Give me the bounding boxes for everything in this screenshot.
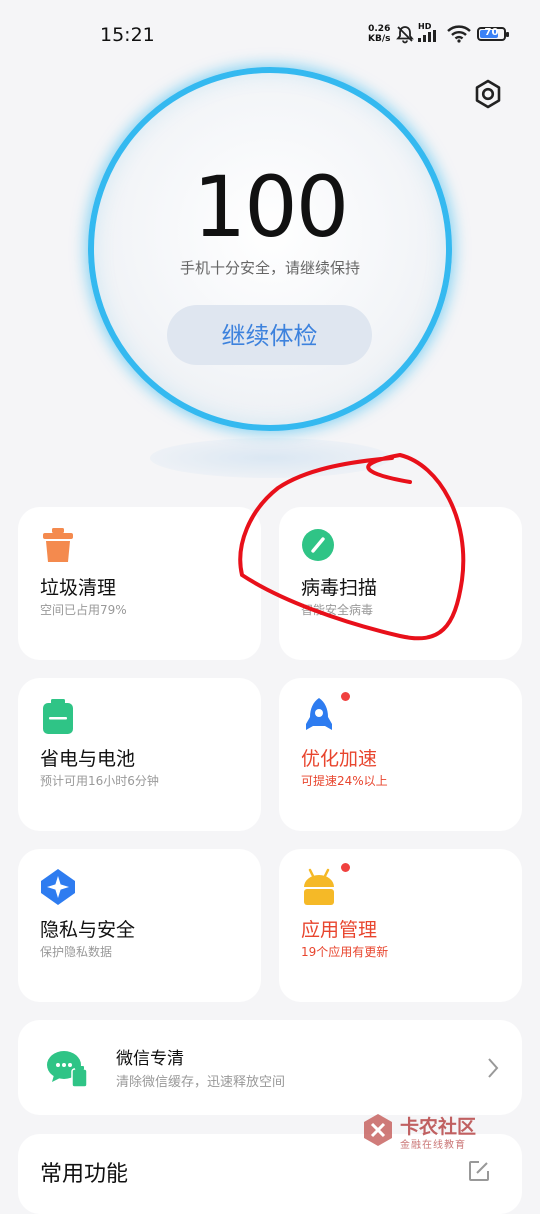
card-title: 隐私与安全 <box>40 919 136 941</box>
trash-icon <box>43 528 73 562</box>
card-garbage-clean[interactable]: 垃圾清理 空间已占用79% <box>18 507 261 660</box>
status-time: 15:21 <box>100 24 155 46</box>
card-subtitle: 智能安全病毒 <box>301 603 374 617</box>
virus-scan-icon <box>302 529 334 561</box>
wechat-clean-row[interactable]: 微信专清 清除微信缓存，迅速释放空间 <box>18 1020 522 1115</box>
card-title: 省电与电池 <box>40 748 136 770</box>
card-virus-scan[interactable]: 病毒扫描 智能安全病毒 <box>279 507 522 660</box>
card-speed-up[interactable]: 优化加速 可提速24%以上 <box>279 678 522 831</box>
card-title: 垃圾清理 <box>40 577 117 599</box>
card-subtitle: 预计可用16小时6分钟 <box>40 774 159 788</box>
android-icon <box>304 868 334 905</box>
watermark-text: 卡农社区 <box>400 1116 477 1138</box>
network-speed-value: 0.26 <box>368 24 391 34</box>
notification-dot <box>341 692 350 701</box>
common-functions-title: 常用功能 <box>40 1162 129 1187</box>
continue-check-button[interactable]: 继续体检 <box>167 305 372 365</box>
settings-button[interactable] <box>468 74 508 114</box>
battery-icon: 70 <box>477 27 509 41</box>
gear-icon <box>475 79 501 109</box>
notification-dot <box>341 863 350 872</box>
wifi-icon <box>447 25 471 43</box>
score-shadow <box>150 438 390 478</box>
chevron-right-icon <box>488 1058 499 1078</box>
status-bar: 15:21 0.26 KB/s HD 70 <box>0 0 540 70</box>
rocket-icon <box>306 698 332 730</box>
mute-bell-icon <box>396 26 414 44</box>
edit-icon[interactable] <box>467 1159 491 1183</box>
card-subtitle: 可提速24%以上 <box>301 774 388 788</box>
card-title: 应用管理 <box>301 919 378 941</box>
card-subtitle: 保护隐私数据 <box>40 945 113 959</box>
card-privacy[interactable]: 隐私与安全 保护隐私数据 <box>18 849 261 1002</box>
card-subtitle: 19个应用有更新 <box>301 945 389 959</box>
network-speed: 0.26 KB/s <box>368 24 390 44</box>
card-subtitle: 空间已占用79% <box>40 603 127 617</box>
battery-saver-icon <box>43 699 73 734</box>
watermark: 卡农社区 金融在线教育 <box>360 1110 490 1155</box>
wechat-clean-title: 微信专清 <box>116 1049 184 1069</box>
privacy-shield-icon <box>41 869 75 905</box>
wechat-clean-icon <box>47 1051 88 1088</box>
battery-level: 70 <box>484 27 499 38</box>
security-score: 100 <box>192 158 349 256</box>
watermark-logo-icon <box>364 1114 392 1146</box>
score-message: 手机十分安全，请继续保持 <box>179 259 360 277</box>
network-speed-unit: KB/s <box>368 34 391 44</box>
card-app-management[interactable]: 应用管理 19个应用有更新 <box>279 849 522 1002</box>
card-battery[interactable]: 省电与电池 预计可用16小时6分钟 <box>18 678 261 831</box>
card-title: 优化加速 <box>301 748 378 770</box>
card-title: 病毒扫描 <box>301 577 378 599</box>
wechat-clean-subtitle: 清除微信缓存，迅速释放空间 <box>116 1075 286 1090</box>
watermark-subtext: 金融在线教育 <box>400 1140 466 1151</box>
signal-icon <box>418 30 436 42</box>
